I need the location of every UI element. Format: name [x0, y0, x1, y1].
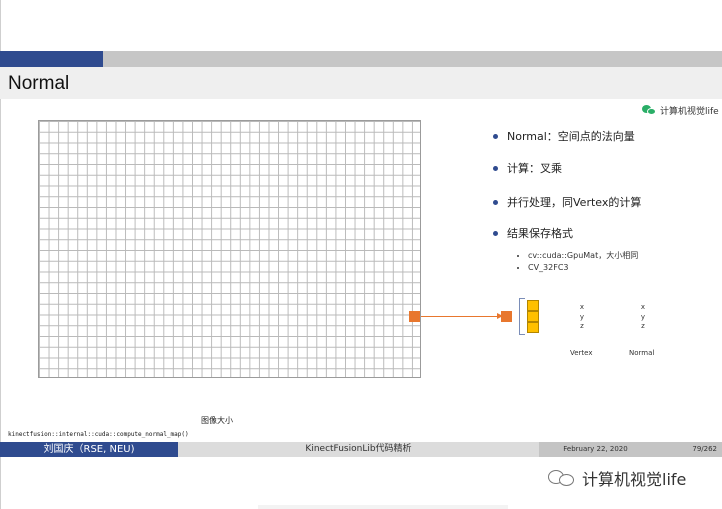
footer-date: February 22, 2020: [539, 442, 652, 457]
vertex-component-list: x y z: [579, 303, 585, 330]
channel-bracket: [519, 298, 525, 335]
header-progress-blue: [0, 51, 103, 67]
sub-bullet-dot-icon: [517, 254, 519, 257]
channel-cell: [527, 300, 539, 311]
function-name: kinectfusion::internal::cuda::compute_no…: [8, 431, 189, 438]
watermark-text: 计算机视觉life: [582, 470, 687, 489]
grid-caption: 图像大小: [201, 416, 233, 425]
sub-bullet-item: cv::cuda::GpuMat，大小相同: [517, 250, 638, 261]
normal-component-list: x y z: [640, 303, 646, 330]
normal-label: Normal: [629, 349, 655, 357]
sub-bullet-item: CV_32FC3: [517, 263, 569, 272]
bullet-item: 结果保存格式: [493, 225, 573, 241]
bottom-strip: [258, 505, 508, 509]
header-progress-gray: [103, 51, 722, 67]
footer-author: 刘国庆（RSE, NEU): [43, 444, 135, 455]
footer-title: KinectFusionLib代码精析: [178, 442, 539, 457]
channel-cell: [527, 322, 539, 333]
channel-cell: [527, 311, 539, 322]
bullet-item: 并行处理，同Vertex的计算: [493, 194, 641, 210]
mapping-arrow: [421, 316, 501, 317]
source-pixel: [409, 311, 420, 322]
target-pixel: [501, 311, 512, 322]
slide-logo-text: 计算机视觉life: [660, 107, 719, 117]
bullet-dot-icon: [493, 230, 498, 236]
bullet-item: Normal：空间点的法向量: [493, 128, 635, 144]
watermark: 计算机视觉life: [548, 466, 686, 490]
bullet-dot-icon: [493, 199, 498, 205]
image-pixel-grid: [38, 120, 421, 378]
sub-bullet-dot-icon: [517, 266, 519, 269]
bullet-item: 计算：叉乘: [493, 160, 562, 176]
wechat-icon: [548, 468, 576, 488]
slide-title: Normal: [8, 73, 70, 94]
vertex-label: Vertex: [570, 349, 593, 357]
bullet-dot-icon: [493, 133, 498, 139]
slide-logo: 计算机视觉life: [642, 104, 719, 117]
wechat-icon: [642, 105, 656, 116]
footer-page-number: 79/262: [652, 442, 722, 457]
title-band: [0, 67, 722, 99]
bullet-dot-icon: [493, 165, 498, 171]
